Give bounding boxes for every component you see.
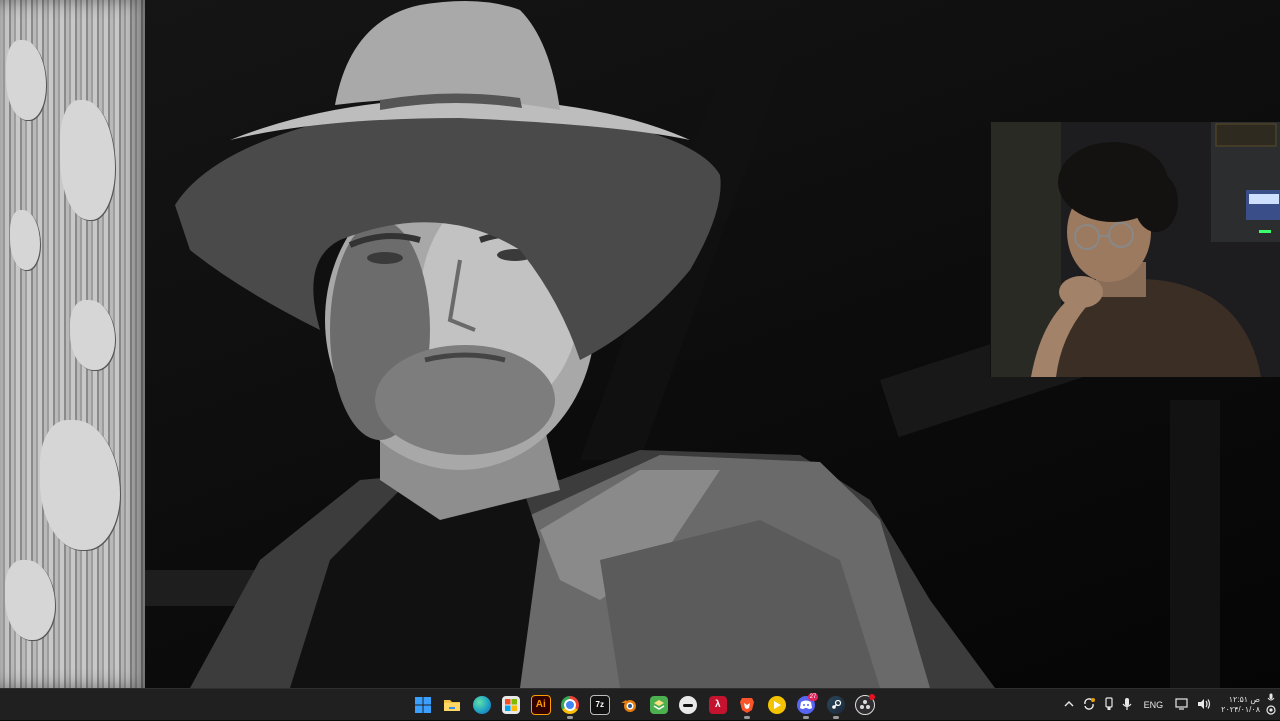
tray-clock[interactable]: ۱۲:۵۱ ص ۲۰۲۴/۰۱/۰۸ xyxy=(1215,689,1264,721)
volume-icon xyxy=(1197,698,1211,712)
tray-language[interactable]: ENG xyxy=(1136,689,1172,721)
windows-start-icon xyxy=(414,696,432,714)
edge-icon xyxy=(472,696,491,714)
blender-icon xyxy=(620,696,638,714)
microphone-icon xyxy=(1267,693,1275,705)
clock-time: ۱۲:۵۱ ص xyxy=(1228,695,1260,704)
more-icon xyxy=(679,696,698,714)
taskbar-illustrator[interactable]: Ai xyxy=(526,689,556,721)
steam-icon xyxy=(826,696,845,714)
webcam-feed xyxy=(991,122,1280,377)
tray-microphone[interactable] xyxy=(1118,689,1136,721)
folder-icon xyxy=(443,696,461,714)
store-icon xyxy=(502,696,521,714)
taskbar-chrome[interactable] xyxy=(556,689,586,721)
illustrator-icon: Ai xyxy=(530,695,551,715)
tray-usb[interactable] xyxy=(1100,689,1118,721)
taskbar-app-green[interactable] xyxy=(644,689,674,721)
chevron-up-icon xyxy=(1064,700,1074,710)
usb-icon xyxy=(1104,697,1114,713)
tray-overflow-button[interactable] xyxy=(1060,689,1078,721)
taskbar-edge[interactable] xyxy=(467,689,497,721)
lambda-icon: λ xyxy=(708,696,727,714)
taskbar-blender[interactable] xyxy=(615,689,645,721)
microphone-icon xyxy=(1122,697,1132,713)
layers-icon xyxy=(649,696,668,714)
notification-icon xyxy=(1266,705,1276,717)
brave-icon xyxy=(738,696,756,714)
play-icon xyxy=(767,696,786,714)
taskbar-app-yellow[interactable] xyxy=(762,689,792,721)
webcam-overlay xyxy=(990,122,1280,377)
taskbar-brave[interactable] xyxy=(733,689,763,721)
taskbar-apps: Ai 7z λ 27 xyxy=(408,689,880,721)
tray-network[interactable] xyxy=(1171,689,1193,721)
obs-recording-dot xyxy=(869,694,875,700)
7zip-icon: 7z xyxy=(589,695,610,715)
tray-notifications[interactable] xyxy=(1264,689,1280,721)
taskbar-7zip[interactable]: 7z xyxy=(585,689,615,721)
network-icon xyxy=(1175,698,1189,712)
system-tray: ENG ۱۲:۵۱ ص ۲۰۲۴/۰۱/۰۸ xyxy=(1060,689,1280,721)
taskbar-app-red[interactable]: λ xyxy=(703,689,733,721)
clock-date: ۲۰۲۴/۰۱/۰۸ xyxy=(1221,705,1260,714)
taskbar-microsoft-store[interactable] xyxy=(497,689,527,721)
language-indicator: ENG xyxy=(1143,700,1164,710)
sync-icon xyxy=(1082,697,1096,713)
taskbar-app-more[interactable] xyxy=(674,689,704,721)
taskbar: Ai 7z λ 27 ENG ۱۲:۵۱ ص ۲۰۲۴/۰۱/۰۸ xyxy=(0,688,1280,720)
taskbar-start-button[interactable] xyxy=(408,689,438,721)
tray-sync[interactable] xyxy=(1078,689,1100,721)
discord-badge: 27 xyxy=(808,693,818,701)
tray-volume[interactable] xyxy=(1193,689,1215,721)
taskbar-file-explorer[interactable] xyxy=(438,689,468,721)
taskbar-obs[interactable] xyxy=(851,689,881,721)
taskbar-steam[interactable] xyxy=(821,689,851,721)
taskbar-discord[interactable]: 27 xyxy=(792,689,822,721)
chrome-icon xyxy=(561,696,580,714)
